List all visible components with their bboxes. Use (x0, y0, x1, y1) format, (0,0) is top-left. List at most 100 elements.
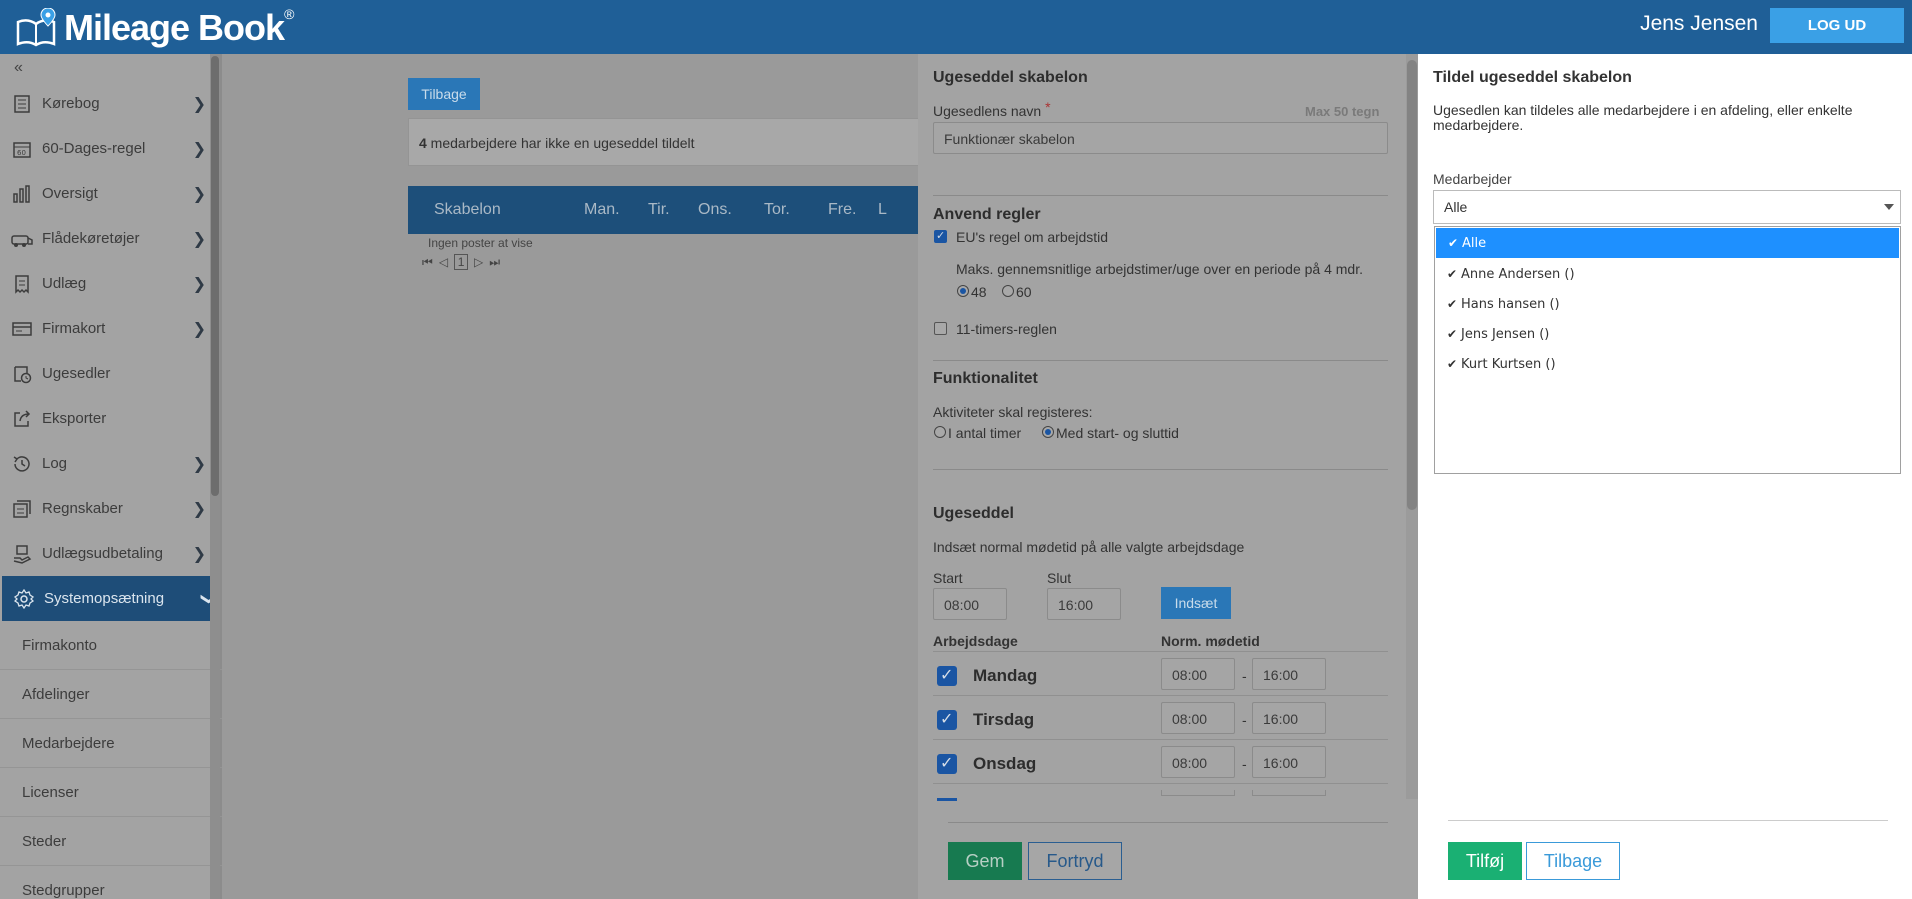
day-to-input[interactable]: 16:00 (1252, 702, 1326, 734)
card-icon (10, 318, 34, 340)
insert-button[interactable]: Indsæt (1161, 587, 1231, 619)
dropdown-option-anne-andersen[interactable]: ✔ Anne Andersen () (1435, 259, 1900, 289)
sidebar-item-log[interactable]: Log ❯ (0, 441, 222, 486)
check-icon: ✔ (1447, 297, 1458, 311)
next-page-icon[interactable]: ▷ (474, 255, 483, 269)
column-header-lor[interactable]: L (878, 201, 887, 219)
option-label: Jens Jensen () (1461, 326, 1550, 342)
employee-select-value: Alle (1444, 199, 1468, 215)
sidebar-item-label: Log (42, 455, 68, 472)
dropdown-option-hans-hansen[interactable]: ✔ Hans hansen () (1435, 289, 1900, 319)
sidebar-scroll-thumb[interactable] (211, 56, 219, 496)
end-label: Slut (1047, 570, 1072, 586)
sidebar-item-systemopsaetning[interactable]: Systemopsætning ❯ (2, 576, 220, 621)
time-dash: - (1242, 712, 1247, 728)
functionality-section-title: Funktionalitet (933, 370, 1038, 387)
sidebar-item-udlaeg[interactable]: Udlæg ❯ (0, 261, 222, 306)
day-input-partial[interactable] (1161, 790, 1235, 796)
logout-button[interactable]: LOG UD (1770, 8, 1904, 43)
day-checkbox-onsdag[interactable] (937, 753, 957, 774)
column-header-man[interactable]: Man. (584, 201, 648, 219)
sidebar-item-firmakort[interactable]: Firmakort ❯ (0, 306, 222, 351)
divider (933, 195, 1388, 196)
day-checkbox-partial[interactable] (937, 798, 957, 801)
calendar-60-icon: 60 (10, 138, 34, 160)
sidebar-scrollbar[interactable] (210, 54, 220, 899)
save-button[interactable]: Gem (948, 842, 1022, 880)
gear-icon (12, 588, 36, 610)
page-number[interactable]: 1 (454, 254, 469, 270)
sidebar-item-regnskaber[interactable]: Regnskaber ❯ (0, 486, 222, 531)
sidebar-item-60-dages-regel[interactable]: 60 60-Dages-regel ❯ (0, 126, 222, 171)
sidebar-item-ugesedler[interactable]: Ugesedler (0, 351, 222, 396)
sidebar-item-udlaegsudbetaling[interactable]: Udlægsudbetaling ❯ (0, 531, 222, 576)
radio-60[interactable] (1002, 285, 1014, 297)
templates-table-header: Skabelon Man. Tir. Ons. Tor. Fre. L (408, 186, 928, 234)
chevron-right-icon: ❯ (192, 546, 206, 563)
sidebar-item-fladekoretojer[interactable]: Flådekøretøjer ❯ (0, 216, 222, 261)
assign-title: Tildel ugeseddel skabelon (1433, 69, 1632, 86)
sidebar-subitem-afdelinger[interactable]: Afdelinger (0, 670, 222, 719)
day-to-input[interactable]: 16:00 (1252, 746, 1326, 778)
radio-48[interactable] (957, 285, 969, 297)
unassigned-count: 4 (419, 135, 427, 151)
template-name-input[interactable]: Funktionær skabelon (933, 122, 1388, 154)
current-user-name: Jens Jensen (1640, 12, 1758, 35)
day-to-input[interactable]: 16:00 (1252, 658, 1326, 690)
add-button[interactable]: Tilføj (1448, 842, 1522, 880)
dropdown-option-kurt-kurtsen[interactable]: ✔ Kurt Kurtsen () (1435, 349, 1900, 379)
column-header-ons[interactable]: Ons. (698, 201, 764, 219)
sidebar-item-label: Udlægsudbetaling (42, 545, 163, 562)
time-dash: - (1242, 756, 1247, 772)
day-checkbox-tirsdag[interactable] (937, 709, 957, 730)
app-logo[interactable]: Mileage Book ® (14, 6, 294, 50)
eu-rule-label: EU's regel om arbejdstid (956, 229, 1109, 245)
back-button[interactable]: Tilbage (408, 78, 480, 110)
timesheet-icon (10, 363, 34, 385)
sidebar-item-korebog[interactable]: Kørebog ❯ (0, 81, 222, 126)
registered-mark: ® (284, 6, 295, 22)
back-button[interactable]: Tilbage (1526, 842, 1620, 880)
divider (933, 695, 1388, 696)
sidebar-subitem-firmakonto[interactable]: Firmakonto (0, 621, 222, 670)
end-time-input[interactable]: 16:00 (1047, 588, 1121, 620)
employee-select[interactable]: Alle (1433, 190, 1901, 224)
day-label-onsdag: Onsdag (973, 754, 1037, 773)
column-header-tir[interactable]: Tir. (648, 201, 698, 219)
day-from-input[interactable]: 08:00 (1161, 746, 1235, 778)
day-checkbox-mandag[interactable] (937, 665, 957, 686)
radio-60-label: 60 (1016, 284, 1032, 300)
day-from-input[interactable]: 08:00 (1161, 658, 1235, 690)
radio-hours[interactable] (934, 426, 946, 438)
sidebar-item-label: Ugesedler (42, 365, 111, 382)
day-from-input[interactable]: 08:00 (1161, 702, 1235, 734)
dropdown-option-jens-jensen[interactable]: ✔ Jens Jensen () (1435, 319, 1900, 349)
chevron-right-icon: ❯ (192, 96, 206, 113)
first-page-icon[interactable]: ⏮ (422, 255, 433, 270)
template-editor-panel: Ugeseddel skabelon Ugesedlens navn * Max… (918, 54, 1418, 899)
sidebar-item-oversigt[interactable]: Oversigt ❯ (0, 171, 222, 216)
sidebar-collapse-icon[interactable]: « (0, 54, 220, 81)
last-page-icon[interactable]: ⏭ (489, 255, 500, 270)
sidebar-item-label: Kørebog (42, 95, 100, 112)
template-scroll-thumb[interactable] (1407, 60, 1417, 510)
activities-label: Aktiviteter skal registeres: (933, 404, 1093, 420)
column-header-tor[interactable]: Tor. (764, 201, 828, 219)
column-header-skabelon[interactable]: Skabelon (434, 201, 584, 219)
prev-page-icon[interactable]: ◁ (439, 255, 448, 269)
sidebar-subitem-stedgrupper[interactable]: Stedgrupper (0, 866, 222, 899)
sidebar-item-eksporter[interactable]: Eksporter (0, 396, 222, 441)
sidebar-subitem-steder[interactable]: Steder (0, 817, 222, 866)
dropdown-option-alle[interactable]: ✔ Alle (1436, 228, 1899, 258)
day-input-partial[interactable] (1252, 790, 1326, 796)
sidebar-subitem-medarbejdere[interactable]: Medarbejdere (0, 719, 222, 768)
start-time-input[interactable]: 08:00 (933, 588, 1007, 620)
rule-11-checkbox[interactable] (934, 322, 947, 335)
sidebar-subitem-licenser[interactable]: Licenser (0, 768, 222, 817)
divider (1448, 820, 1888, 821)
eu-rule-checkbox[interactable] (934, 229, 947, 243)
column-header-fre[interactable]: Fre. (828, 201, 878, 219)
cancel-button[interactable]: Fortryd (1028, 842, 1122, 880)
sidebar-item-label: 60-Dages-regel (42, 140, 146, 157)
radio-start-end[interactable] (1042, 426, 1054, 438)
